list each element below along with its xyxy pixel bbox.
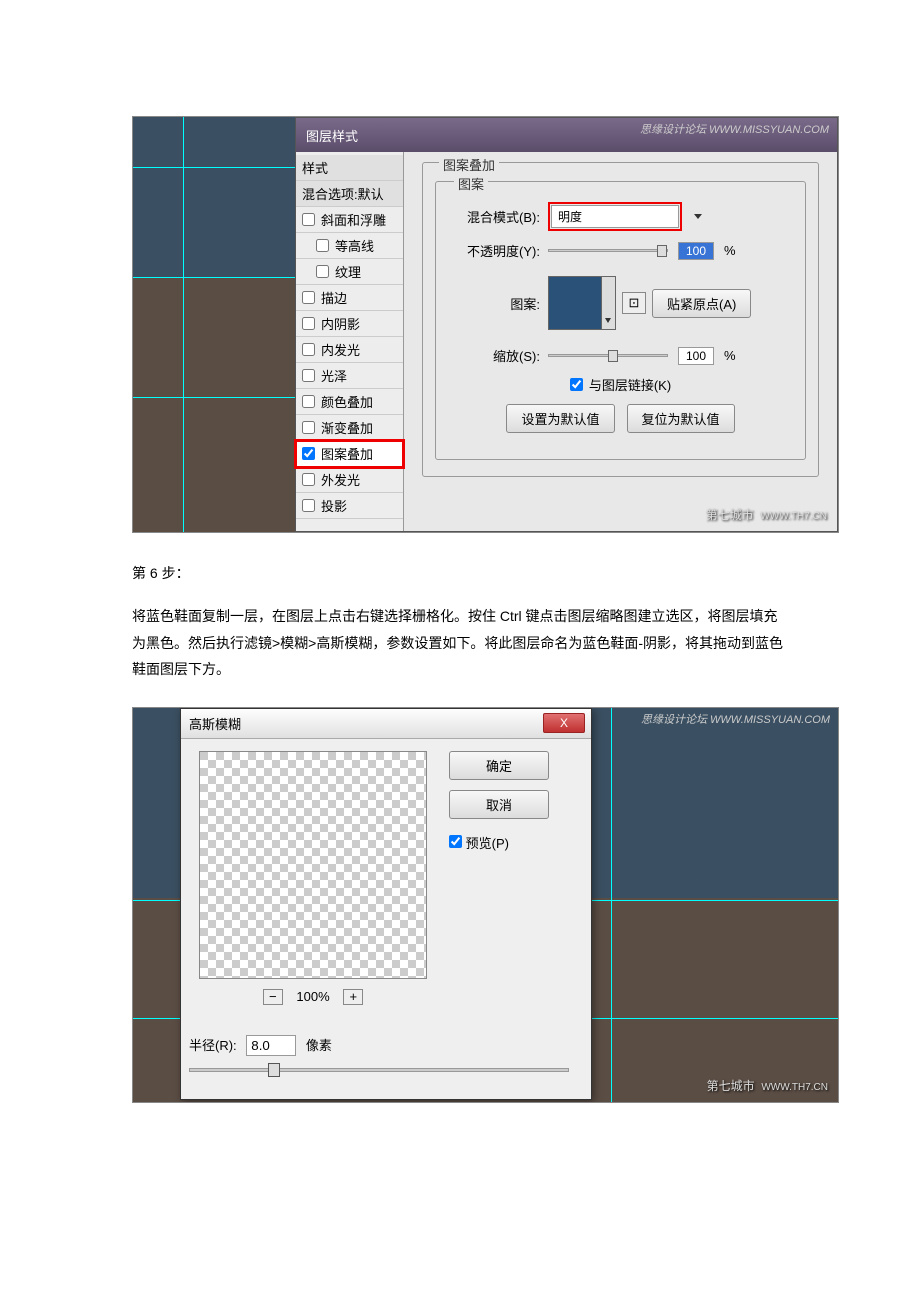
style-contour[interactable]: 等高线 bbox=[296, 233, 403, 259]
pattern-row: 图案: ⊡ 贴紧原点(A) bbox=[450, 276, 791, 330]
pattern-overlay-checkbox[interactable] bbox=[302, 447, 315, 460]
satin-checkbox[interactable] bbox=[302, 369, 315, 382]
step-label: 第 6 步： bbox=[132, 563, 788, 583]
gb-title: 高斯模糊 bbox=[189, 714, 241, 733]
link-layer-label: 与图层链接(K) bbox=[589, 375, 671, 394]
radius-slider[interactable] bbox=[189, 1068, 569, 1072]
style-drop-shadow[interactable]: 投影 bbox=[296, 493, 403, 519]
blend-options-header[interactable]: 混合选项:默认 bbox=[296, 181, 403, 207]
style-bevel[interactable]: 斜面和浮雕 bbox=[296, 207, 403, 233]
layer-style-dialog: 图层样式 思缘设计论坛 WWW.MISSYUAN.COM 样式 混合选项:默认 … bbox=[295, 117, 838, 532]
zoom-level: 100% bbox=[296, 989, 329, 1004]
preview-area: − 100% + bbox=[193, 751, 433, 1005]
panel-title: 图案叠加 bbox=[439, 155, 499, 174]
radius-input[interactable] bbox=[246, 1035, 296, 1056]
style-color-overlay[interactable]: 颜色叠加 bbox=[296, 389, 403, 415]
opacity-slider[interactable] bbox=[548, 249, 668, 252]
article-paragraph: 将蓝色鞋面复制一层，在图层上点击右键选择栅格化。按住 Ctrl 键点击图层缩略图… bbox=[132, 603, 788, 683]
scale-slider[interactable] bbox=[548, 354, 668, 357]
zoom-controls: − 100% + bbox=[193, 989, 433, 1005]
style-stroke[interactable]: 描边 bbox=[296, 285, 403, 311]
watermark-bottom: 第七城市 WWW.TH7.CN bbox=[707, 1077, 828, 1094]
link-layer-checkbox[interactable] bbox=[570, 378, 583, 391]
zoom-in-button[interactable]: + bbox=[343, 989, 363, 1005]
slider-thumb[interactable] bbox=[657, 245, 667, 257]
opacity-row: 不透明度(Y): 100 % bbox=[450, 241, 791, 260]
preview-canvas[interactable] bbox=[199, 751, 427, 979]
pattern-label: 图案: bbox=[450, 294, 540, 313]
inner-shadow-checkbox[interactable] bbox=[302, 317, 315, 330]
link-row: 与图层链接(K) bbox=[450, 375, 791, 394]
style-header[interactable]: 样式 bbox=[296, 155, 403, 181]
slider-thumb[interactable] bbox=[608, 350, 618, 362]
drop-shadow-checkbox[interactable] bbox=[302, 499, 315, 512]
gb-controls: 确定 取消 预览(P) bbox=[433, 751, 579, 1005]
radius-unit: 像素 bbox=[306, 1038, 332, 1053]
preview-row: 预览(P) bbox=[449, 833, 579, 852]
bevel-checkbox[interactable] bbox=[302, 213, 315, 226]
dropdown-arrow-icon[interactable] bbox=[694, 214, 702, 219]
reset-default-button[interactable]: 复位为默认值 bbox=[627, 404, 735, 433]
blend-mode-dropdown[interactable]: 明度 bbox=[551, 205, 679, 228]
style-outer-glow[interactable]: 外发光 bbox=[296, 467, 403, 493]
preview-checkbox[interactable] bbox=[449, 835, 462, 848]
close-button[interactable]: X bbox=[543, 713, 585, 733]
opacity-label: 不透明度(Y): bbox=[450, 241, 540, 260]
slider-thumb[interactable] bbox=[268, 1063, 280, 1077]
pattern-dropdown-icon[interactable] bbox=[602, 276, 616, 330]
guide-vertical bbox=[611, 708, 612, 1102]
cancel-button[interactable]: 取消 bbox=[449, 790, 549, 819]
watermark-bottom: 第七城市 WWW.TH7.CN bbox=[706, 506, 827, 523]
style-list: 样式 混合选项:默认 斜面和浮雕 等高线 纹理 描边 内阴影 内发光 光泽 颜色… bbox=[296, 152, 404, 531]
dialog-titlebar[interactable]: 图层样式 思缘设计论坛 WWW.MISSYUAN.COM bbox=[296, 118, 837, 152]
gb-titlebar[interactable]: 高斯模糊 X bbox=[181, 709, 591, 739]
outer-glow-checkbox[interactable] bbox=[302, 473, 315, 486]
layer-style-screenshot: 图层样式 思缘设计论坛 WWW.MISSYUAN.COM 样式 混合选项:默认 … bbox=[132, 116, 839, 533]
make-default-button[interactable]: 设置为默认值 bbox=[506, 404, 614, 433]
pattern-subtitle: 图案 bbox=[454, 174, 488, 193]
style-inner-glow[interactable]: 内发光 bbox=[296, 337, 403, 363]
snap-origin-button[interactable]: 贴紧原点(A) bbox=[652, 289, 751, 318]
inner-glow-checkbox[interactable] bbox=[302, 343, 315, 356]
gaussian-blur-screenshot: 思缘设计论坛 WWW.MISSYUAN.COM 高斯模糊 X − 100% + … bbox=[132, 707, 839, 1103]
style-pattern-overlay[interactable]: 图案叠加 bbox=[296, 441, 403, 467]
gradient-overlay-checkbox[interactable] bbox=[302, 421, 315, 434]
ok-button[interactable]: 确定 bbox=[449, 751, 549, 780]
buttons-row: 设置为默认值 复位为默认值 bbox=[450, 404, 791, 433]
opacity-input[interactable]: 100 bbox=[678, 242, 714, 260]
pattern-overlay-panel: 图案叠加 图案 混合模式(B): 明度 bbox=[404, 152, 837, 531]
zoom-out-button[interactable]: − bbox=[263, 989, 283, 1005]
blend-mode-row: 混合模式(B): 明度 bbox=[450, 202, 791, 231]
style-texture[interactable]: 纹理 bbox=[296, 259, 403, 285]
stroke-checkbox[interactable] bbox=[302, 291, 315, 304]
scale-input[interactable]: 100 bbox=[678, 347, 714, 365]
watermark: 思缘设计论坛 WWW.MISSYUAN.COM bbox=[641, 711, 830, 727]
radius-row: 半径(R): 像素 bbox=[181, 1035, 591, 1056]
texture-checkbox[interactable] bbox=[316, 265, 329, 278]
preview-label: 预览(P) bbox=[466, 836, 509, 851]
style-satin[interactable]: 光泽 bbox=[296, 363, 403, 389]
gaussian-blur-dialog: 高斯模糊 X − 100% + 确定 取消 预览(P) bbox=[180, 708, 592, 1100]
guide-vertical bbox=[183, 117, 184, 532]
radius-label: 半径(R): bbox=[189, 1038, 237, 1053]
pattern-swatch[interactable] bbox=[548, 276, 602, 330]
scale-row: 缩放(S): 100 % bbox=[450, 346, 791, 365]
scale-label: 缩放(S): bbox=[450, 346, 540, 365]
watermark: 思缘设计论坛 WWW.MISSYUAN.COM bbox=[640, 121, 829, 137]
color-overlay-checkbox[interactable] bbox=[302, 395, 315, 408]
style-inner-shadow[interactable]: 内阴影 bbox=[296, 311, 403, 337]
new-pattern-icon[interactable]: ⊡ bbox=[622, 292, 646, 314]
dialog-title: 图层样式 bbox=[306, 126, 358, 145]
blend-mode-label: 混合模式(B): bbox=[450, 207, 540, 226]
blend-mode-highlight: 明度 bbox=[548, 202, 682, 231]
contour-checkbox[interactable] bbox=[316, 239, 329, 252]
style-gradient-overlay[interactable]: 渐变叠加 bbox=[296, 415, 403, 441]
